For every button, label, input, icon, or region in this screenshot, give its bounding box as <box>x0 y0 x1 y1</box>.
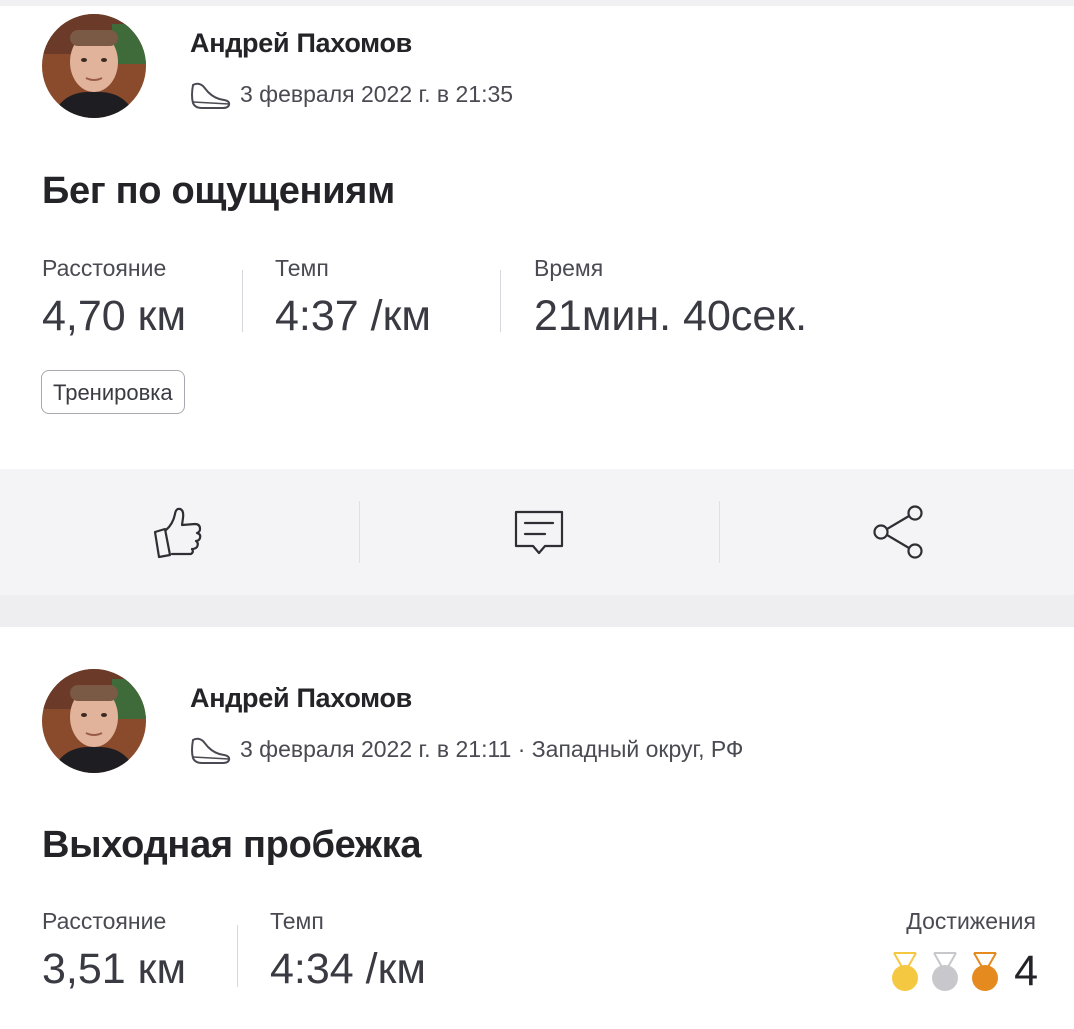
feed-separator <box>0 595 1074 627</box>
stat-divider <box>242 270 243 332</box>
stat-distance: Расстояние 3,51 км <box>42 908 186 994</box>
stat-value: 3,51 км <box>42 945 187 993</box>
like-button[interactable] <box>0 469 358 595</box>
stat-label: Расстояние <box>42 908 167 934</box>
achievements-medals[interactable]: 4 <box>890 947 1038 996</box>
share-button[interactable] <box>720 469 1074 595</box>
gold-medal-icon <box>892 951 919 991</box>
post-timestamp-location: 3 февраля 2022 г. в 21:11 · Западный окр… <box>240 735 744 762</box>
author-name[interactable]: Андрей Пахомов <box>190 28 412 59</box>
shoe-icon <box>191 82 231 109</box>
avatar[interactable] <box>42 669 146 773</box>
stat-value: 4:37 /км <box>275 292 431 340</box>
stat-distance: Расстояние 4,70 км <box>42 255 186 341</box>
stat-pace: Темп 4:34 /км <box>270 908 426 994</box>
post-meta: 3 февраля 2022 г. в 21:11 · Западный окр… <box>188 733 743 765</box>
author-name[interactable]: Андрей Пахомов <box>190 683 412 714</box>
comment-icon <box>514 510 564 555</box>
silver-medal-icon <box>932 951 959 991</box>
stat-value: 21мин. 40сек. <box>534 292 808 340</box>
activity-card[interactable]: Андрей Пахомов 3 февраля 2022 г. в 21:11… <box>0 627 1074 1029</box>
post-timestamp: 3 февраля 2022 г. в 21:35 <box>240 80 514 107</box>
stat-divider <box>500 270 501 332</box>
workout-tag[interactable]: Тренировка <box>41 370 185 414</box>
stat-label: Время <box>534 255 604 281</box>
achievements-count: 4 <box>1014 947 1038 995</box>
stat-label: Темп <box>275 255 329 281</box>
avatar[interactable] <box>42 14 146 118</box>
activity-title[interactable]: Бег по ощущениям <box>42 170 395 213</box>
stat-label: Расстояние <box>42 255 167 281</box>
post-meta: 3 февраля 2022 г. в 21:35 <box>188 78 513 110</box>
stat-value: 4,70 км <box>42 292 187 340</box>
activity-card[interactable]: Андрей Пахомов 3 февраля 2022 г. в 21:35… <box>0 0 1074 469</box>
stat-divider <box>237 925 238 987</box>
comment-button[interactable] <box>360 469 718 595</box>
stat-value: 4:34 /км <box>270 945 426 993</box>
activity-title[interactable]: Выходная пробежка <box>42 824 422 867</box>
action-bar <box>0 469 1074 595</box>
share-icon <box>873 505 923 559</box>
shoe-icon <box>191 737 231 764</box>
stat-pace: Темп 4:37 /км <box>275 255 431 341</box>
bronze-medal-icon <box>972 951 999 991</box>
thumbs-up-icon <box>153 507 202 559</box>
stat-label: Темп <box>270 908 324 934</box>
achievements-label: Достижения <box>906 908 1036 934</box>
stat-time: Время 21мин. 40сек. <box>534 255 807 341</box>
